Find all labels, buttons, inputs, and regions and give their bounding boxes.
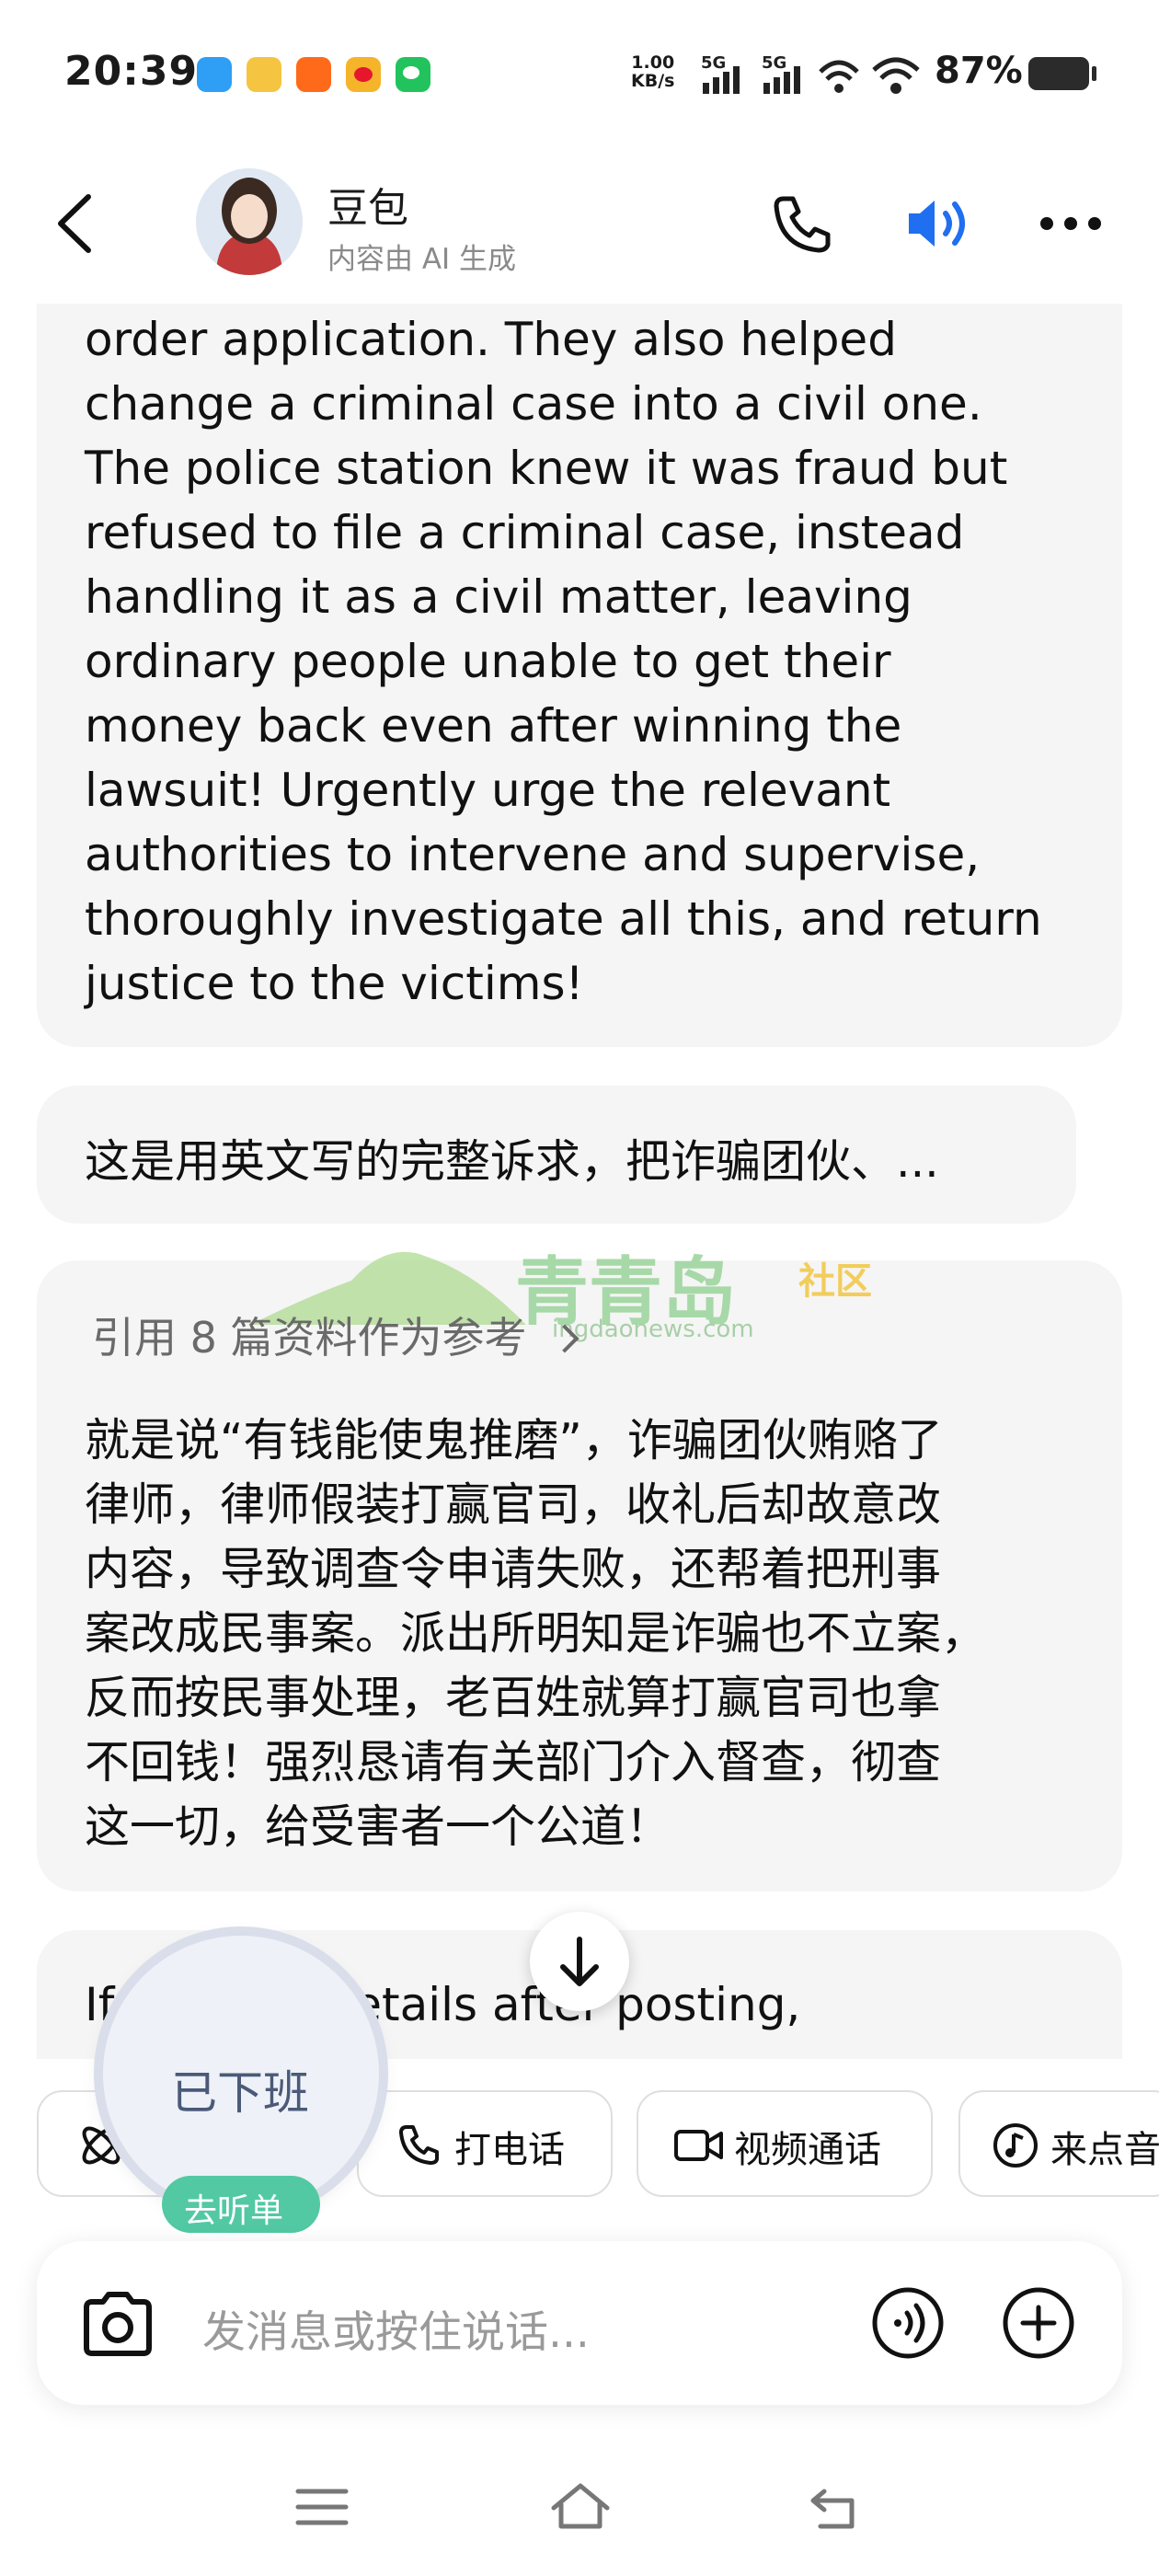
chip-label: 视频通话 (734, 2129, 881, 2171)
net-speed-value: 1.00 (631, 52, 675, 73)
battery-percent: 87% (935, 50, 1023, 92)
camera-icon[interactable] (81, 2289, 155, 2359)
net-speed: 1.00 KB/s (631, 53, 674, 90)
avatar[interactable] (196, 168, 303, 275)
chevron-right-icon (550, 1324, 580, 1353)
menu-icon[interactable] (294, 2484, 350, 2530)
video-icon (674, 2130, 723, 2161)
weibo-icon (346, 57, 381, 92)
phone-icon[interactable] (771, 193, 832, 254)
status-time: 20:39 (64, 48, 199, 95)
listen-order-label: 去听单 (184, 2192, 284, 2230)
chip-label: 打电话 (454, 2129, 565, 2171)
scroll-to-bottom-button[interactable] (530, 1912, 629, 2011)
net-speed-unit: KB/s (631, 71, 675, 91)
chip-music[interactable]: 来点音 (958, 2090, 1159, 2197)
signal-label-1: 5G (701, 53, 726, 73)
references-label: 引用 8 篇资料作为参考 (92, 1313, 527, 1363)
message-input[interactable]: 发消息或按住说话... (202, 2296, 590, 2360)
references-link[interactable]: 引用 8 篇资料作为参考 (92, 1305, 580, 1365)
watermark-url: ingdaonews.com (552, 1316, 754, 1343)
battery-icon (1028, 57, 1096, 90)
back-arrow-icon[interactable] (52, 191, 98, 256)
wechat-icon (396, 57, 430, 92)
app-blue-icon (197, 57, 232, 92)
bot-message-text-en: order application. They also helped chan… (85, 313, 1042, 1010)
user-message-text: 这是用英文写的完整诉求，把诈骗团伙、... (85, 1135, 939, 1188)
off-duty-label: 已下班 (171, 2066, 309, 2120)
chip-call[interactable]: 打电话 (357, 2090, 613, 2197)
signal-label-2: 5G (762, 53, 786, 73)
avatar-portrait-icon (196, 168, 303, 275)
bot-message-text-zh: 就是说“有钱能使鬼推磨”，诈骗团伙贿赂了 律师，律师假装打赢官司，收礼后却故意改… (85, 1414, 987, 1853)
watermark-sub: 社区 (798, 1260, 872, 1303)
voice-wave-icon[interactable] (870, 2285, 946, 2361)
more-icon[interactable] (1038, 210, 1104, 237)
home-icon[interactable] (548, 2480, 613, 2532)
signal-icons: 5G 5G (701, 53, 920, 94)
bot-name: 豆包 (327, 185, 408, 232)
pet-icon (247, 57, 281, 92)
taobao-icon (296, 57, 331, 92)
ai-generated-note: 内容由 AI 生成 (327, 243, 517, 276)
speaker-icon[interactable] (903, 193, 977, 254)
arrow-down-icon (560, 1937, 599, 1986)
chip-video-call[interactable]: 视频通话 (637, 2090, 933, 2197)
chip-label: 来点音 (1050, 2129, 1159, 2171)
music-note-icon (993, 2123, 1038, 2168)
back-icon[interactable] (808, 2482, 866, 2534)
plus-icon[interactable] (1001, 2285, 1076, 2361)
phone-icon (399, 2125, 439, 2165)
